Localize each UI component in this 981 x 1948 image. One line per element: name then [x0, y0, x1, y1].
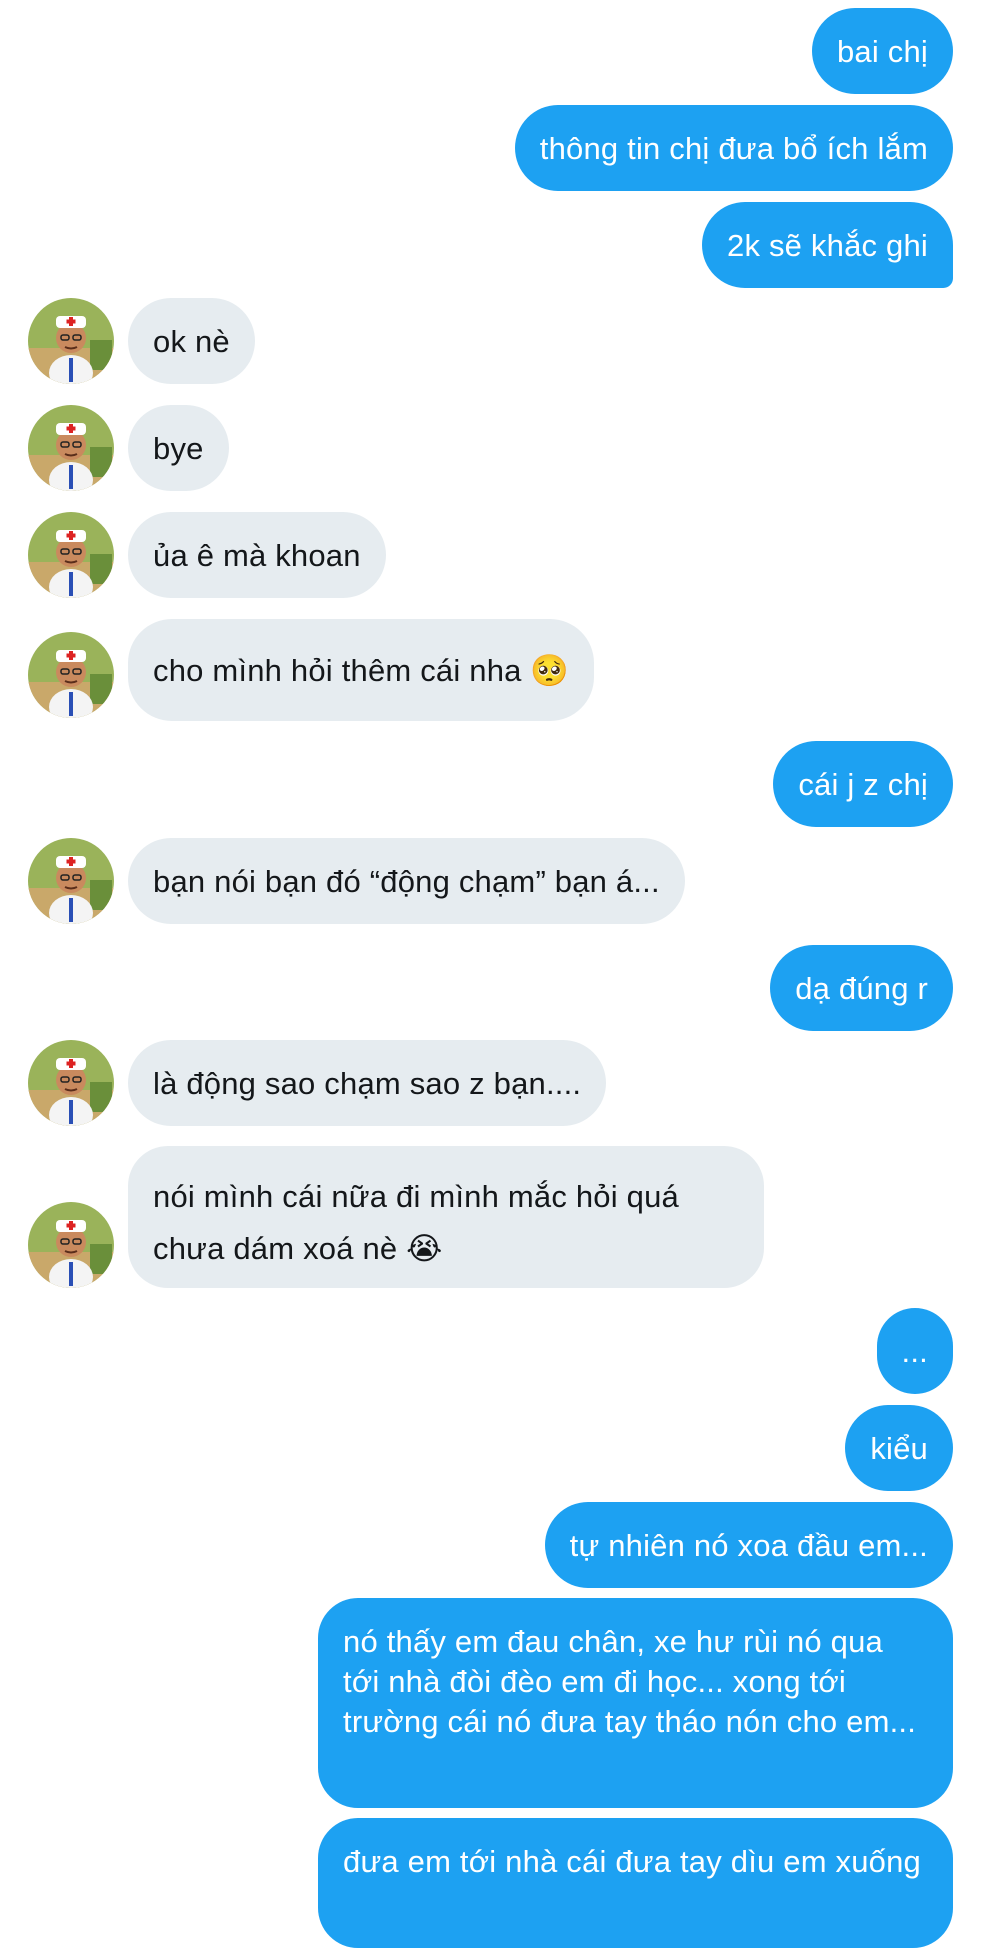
- contact-avatar[interactable]: [28, 1040, 114, 1126]
- message-outgoing[interactable]: ...: [876, 1308, 953, 1394]
- doctor-avatar-icon: [28, 632, 114, 718]
- contact-avatar[interactable]: [28, 512, 114, 598]
- message-outgoing[interactable]: kiểu: [845, 1405, 953, 1491]
- contact-avatar[interactable]: [28, 632, 114, 718]
- message-incoming[interactable]: bạn nói bạn đó “động chạm” bạn á...: [128, 838, 685, 924]
- contact-avatar[interactable]: [28, 1202, 114, 1288]
- contact-avatar[interactable]: [28, 838, 114, 924]
- doctor-avatar-icon: [28, 1040, 114, 1126]
- contact-avatar[interactable]: [28, 405, 114, 491]
- message-outgoing[interactable]: nó thấy em đau chân, xe hư rùi nó qua tớ…: [318, 1598, 953, 1808]
- message-incoming[interactable]: ok nè: [128, 298, 255, 384]
- message-incoming[interactable]: ủa ê mà khoan: [128, 512, 386, 598]
- doctor-avatar-icon: [28, 838, 114, 924]
- doctor-avatar-icon: [28, 1202, 114, 1288]
- message-outgoing[interactable]: tự nhiên nó xoa đầu em...: [544, 1502, 953, 1588]
- contact-avatar[interactable]: [28, 298, 114, 384]
- doctor-avatar-icon: [28, 298, 114, 384]
- message-outgoing[interactable]: đưa em tới nhà cái đưa tay dìu em xuống: [318, 1818, 953, 1948]
- message-incoming[interactable]: cho mình hỏi thêm cái nha 🥺: [128, 619, 595, 721]
- message-outgoing[interactable]: 2k sẽ khắc ghi: [702, 202, 953, 288]
- message-outgoing[interactable]: bai chị: [811, 8, 953, 94]
- doctor-avatar-icon: [28, 512, 114, 598]
- message-incoming[interactable]: là động sao chạm sao z bạn....: [128, 1040, 607, 1126]
- message-incoming[interactable]: bye: [128, 405, 229, 491]
- message-outgoing[interactable]: thông tin chị đưa bổ ích lắm: [514, 105, 953, 191]
- message-outgoing[interactable]: dạ đúng r: [770, 945, 953, 1031]
- message-outgoing[interactable]: cái j z chị: [773, 741, 953, 827]
- message-incoming[interactable]: nói mình cái nữa đi mình mắc hỏi quá chư…: [128, 1146, 764, 1288]
- doctor-avatar-icon: [28, 405, 114, 491]
